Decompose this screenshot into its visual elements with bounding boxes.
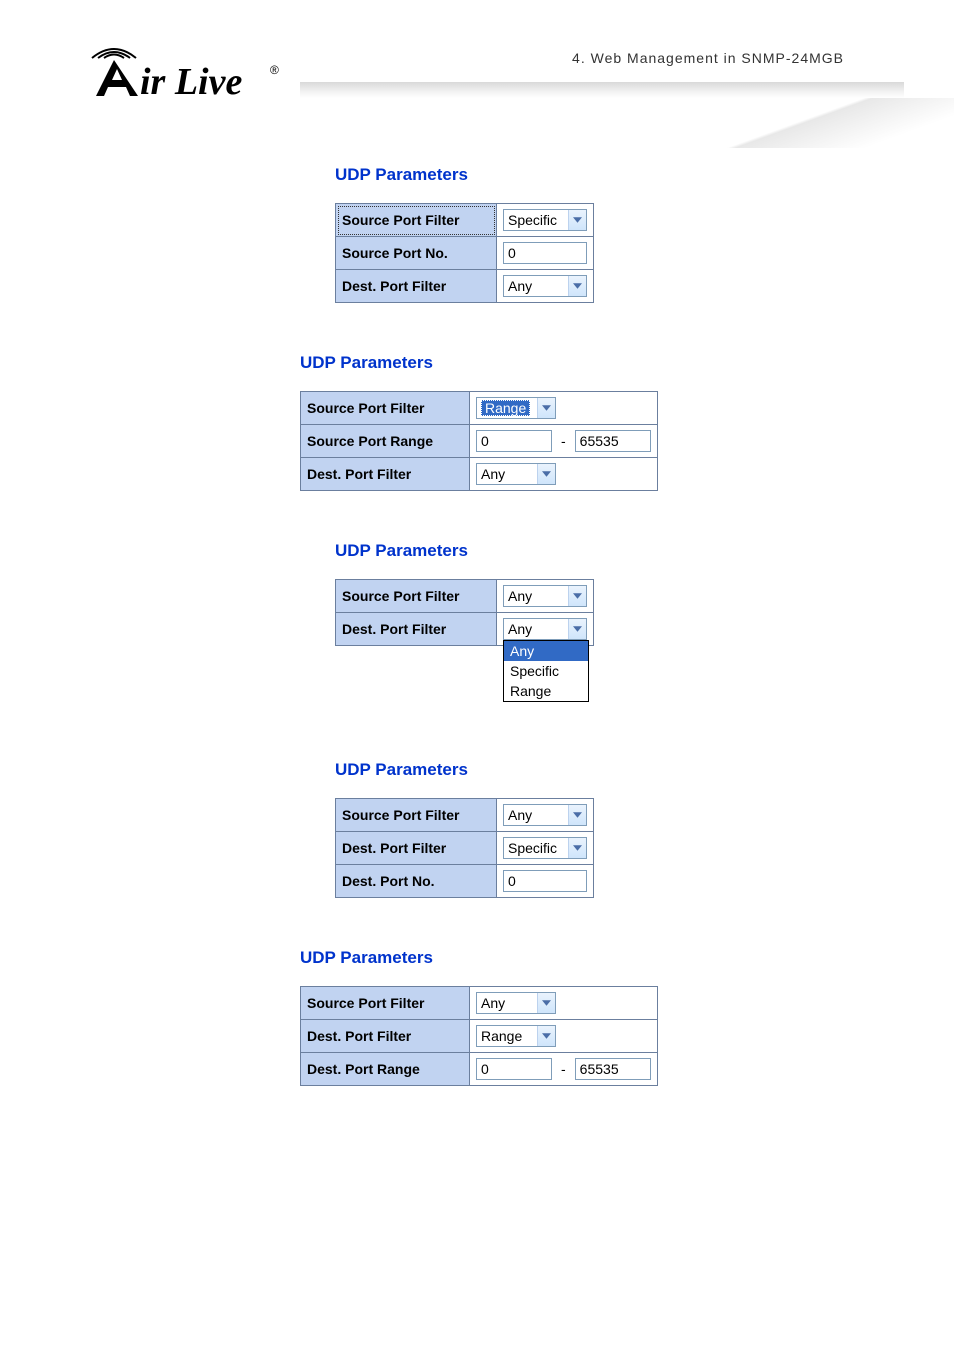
cell-dest-port-filter: Specific <box>497 832 594 865</box>
select-value: Any <box>508 278 532 294</box>
source-port-range-high-input[interactable]: 65535 <box>575 430 651 452</box>
label-dest-port-no: Dest. Port No. <box>336 865 497 898</box>
params-table: Source Port Filter Specific Source Port … <box>335 203 594 303</box>
source-port-range-low-input[interactable]: 0 <box>476 430 552 452</box>
header-accent <box>654 98 954 148</box>
chevron-down-icon <box>537 464 555 484</box>
dest-port-filter-select[interactable]: Any <box>503 618 587 640</box>
svg-text:ir Live: ir Live <box>140 61 242 103</box>
select-value: Any <box>508 621 532 637</box>
cell-dest-port-filter: Any Any Specific Range <box>497 613 594 646</box>
cell-source-port-filter: Any <box>497 580 594 613</box>
brand-logo: ir Live ® <box>70 30 280 110</box>
label-dest-port-filter: Dest. Port Filter <box>336 832 497 865</box>
dest-port-filter-select[interactable]: Any <box>476 463 556 485</box>
cell-dest-port-range-high: 65535 <box>569 1053 658 1086</box>
select-value: Range <box>481 1028 522 1044</box>
params-table: Source Port Filter Range Source Port Ran… <box>300 391 658 491</box>
label-source-port-range: Source Port Range <box>301 425 470 458</box>
cell-dest-port-filter: Any <box>470 458 658 491</box>
cell-source-port-filter: Specific <box>497 204 594 237</box>
header-divider <box>300 82 904 98</box>
source-port-filter-select[interactable]: Any <box>503 585 587 607</box>
chevron-down-icon <box>568 586 586 606</box>
params-table: Source Port Filter Any Dest. Port Filter… <box>300 986 658 1086</box>
label-source-port-no: Source Port No. <box>336 237 497 270</box>
dest-port-no-input[interactable]: 0 <box>503 870 587 892</box>
dest-port-filter-select[interactable]: Range <box>476 1025 556 1047</box>
dest-port-filter-select[interactable]: Specific <box>503 837 587 859</box>
label-dest-port-filter: Dest. Port Filter <box>301 458 470 491</box>
section-title: UDP Parameters <box>335 760 820 780</box>
chevron-down-icon <box>568 619 586 639</box>
select-value: Specific <box>508 840 557 856</box>
chevron-down-icon <box>568 276 586 296</box>
source-port-filter-select[interactable]: Any <box>476 992 556 1014</box>
chevron-down-icon <box>568 210 586 230</box>
select-value: Any <box>481 995 505 1011</box>
label-source-port-filter: Source Port Filter <box>336 204 497 237</box>
option-any[interactable]: Any <box>504 641 588 661</box>
section-title: UDP Parameters <box>335 165 820 185</box>
source-port-no-input[interactable]: 0 <box>503 242 587 264</box>
label-source-port-filter: Source Port Filter <box>301 987 470 1020</box>
svg-text:®: ® <box>270 63 279 77</box>
cell-source-port-range-high: 65535 <box>569 425 658 458</box>
dest-port-filter-select[interactable]: Any <box>503 275 587 297</box>
document-page: 4. Web Management in SNMP-24MGB ir Live … <box>0 0 954 1350</box>
cell-dest-port-filter: Any <box>497 270 594 303</box>
range-separator: - <box>558 1053 569 1086</box>
label-dest-port-filter: Dest. Port Filter <box>336 613 497 646</box>
option-range[interactable]: Range <box>504 681 588 701</box>
option-specific[interactable]: Specific <box>504 661 588 681</box>
params-table: Source Port Filter Any Dest. Port Filter… <box>335 798 594 898</box>
label-dest-port-range: Dest. Port Range <box>301 1053 470 1086</box>
udp-panel-range-source: UDP Parameters Source Port Filter Range … <box>300 353 820 491</box>
dest-port-range-low-input[interactable]: 0 <box>476 1058 552 1080</box>
udp-panel-specific-dest: UDP Parameters Source Port Filter Any De… <box>335 760 820 898</box>
dest-port-range-high-input[interactable]: 65535 <box>575 1058 651 1080</box>
section-title: UDP Parameters <box>300 948 820 968</box>
label-dest-port-filter: Dest. Port Filter <box>301 1020 470 1053</box>
chevron-down-icon <box>537 993 555 1013</box>
label-source-port-filter: Source Port Filter <box>336 580 497 613</box>
cell-dest-port-filter: Range <box>470 1020 658 1053</box>
chevron-down-icon <box>537 398 555 418</box>
content-area: UDP Parameters Source Port Filter Specif… <box>300 165 820 1136</box>
source-port-filter-select[interactable]: Specific <box>503 209 587 231</box>
label-dest-port-filter: Dest. Port Filter <box>336 270 497 303</box>
chevron-down-icon <box>568 805 586 825</box>
select-value: Any <box>481 466 505 482</box>
cell-dest-port-range: 0 <box>470 1053 559 1086</box>
select-value: Specific <box>508 212 557 228</box>
params-table: Source Port Filter Any Dest. Port Filter… <box>335 579 594 646</box>
chevron-down-icon <box>568 838 586 858</box>
label-source-port-filter: Source Port Filter <box>301 392 470 425</box>
cell-source-port-no: 0 <box>497 237 594 270</box>
cell-source-port-range: 0 <box>470 425 559 458</box>
section-title: UDP Parameters <box>335 541 820 561</box>
dest-port-filter-options[interactable]: Any Specific Range <box>503 640 589 702</box>
select-value: Range <box>481 400 530 416</box>
section-title: UDP Parameters <box>300 353 820 373</box>
chevron-down-icon <box>537 1026 555 1046</box>
select-value: Any <box>508 807 532 823</box>
source-port-filter-select[interactable]: Any <box>503 804 587 826</box>
udp-panel-range-dest: UDP Parameters Source Port Filter Any De… <box>300 948 820 1086</box>
udp-panel-specific-source: UDP Parameters Source Port Filter Specif… <box>335 165 820 303</box>
label-source-port-filter: Source Port Filter <box>336 799 497 832</box>
chapter-header: 4. Web Management in SNMP-24MGB <box>572 50 844 66</box>
cell-dest-port-no: 0 <box>497 865 594 898</box>
source-port-filter-select[interactable]: Range <box>476 397 556 419</box>
cell-source-port-filter: Range <box>470 392 658 425</box>
cell-source-port-filter: Any <box>497 799 594 832</box>
select-value: Any <box>508 588 532 604</box>
udp-panel-open-dropdown: UDP Parameters Source Port Filter Any De… <box>335 541 820 710</box>
range-separator: - <box>558 425 569 458</box>
cell-source-port-filter: Any <box>470 987 658 1020</box>
